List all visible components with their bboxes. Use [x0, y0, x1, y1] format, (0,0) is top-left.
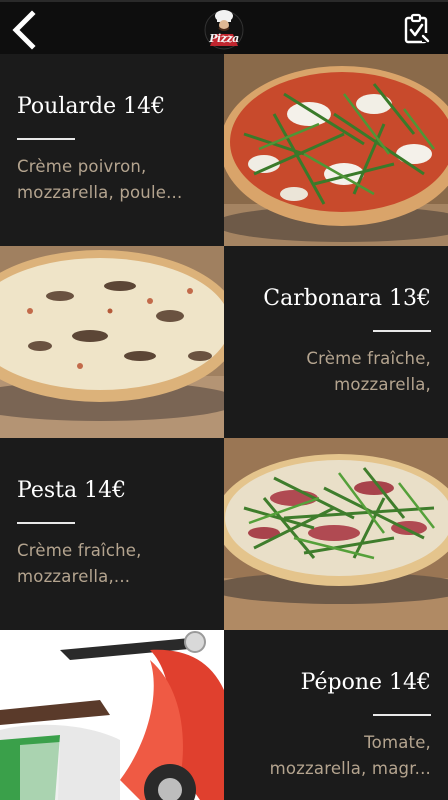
logo-text: Pizza — [209, 32, 239, 45]
menu-item-poularde[interactable]: Poularde 14€ Crème poivron, mozzarella, … — [0, 54, 224, 246]
pizza-description-line2: mozzarella, poule... — [17, 183, 183, 202]
clipboard-check-icon — [404, 13, 430, 44]
title-divider — [373, 714, 431, 716]
menu-item-pepone[interactable]: Pépone 14€ Tomate, mozzarella, magr... — [224, 630, 448, 800]
app-logo: Pizza — [202, 8, 246, 50]
title-divider — [17, 522, 75, 524]
pizza-description-line2: mozzarella, magr... — [269, 759, 431, 778]
pizza-photo — [224, 54, 448, 246]
menu-item-carbonara[interactable]: Carbonara 13€ Crème fraîche, mozzarella, — [224, 246, 448, 438]
pizza-photo — [224, 438, 448, 630]
back-button[interactable] — [6, 8, 46, 52]
pizza-title: Pépone 14€ — [300, 670, 431, 695]
pizza-photo-pepone[interactable] — [0, 630, 224, 800]
pizza-description-line2: mozzarella, — [334, 375, 431, 394]
chevron-left-icon — [12, 10, 36, 50]
title-divider — [17, 138, 75, 140]
menu-row-poularde: Poularde 14€ Crème poivron, mozzarella, … — [0, 54, 448, 246]
pizza-description-line2: mozzarella,... — [17, 567, 131, 586]
menu-row-carbonara: Carbonara 13€ Crème fraîche, mozzarella, — [0, 246, 448, 438]
menu-row-pepone: Pépone 14€ Tomate, mozzarella, magr... — [0, 630, 448, 800]
pizza-description-line1: Crème fraîche, — [17, 541, 142, 560]
pizza-photo-pesta[interactable] — [224, 438, 448, 630]
scooter-photo — [0, 630, 224, 800]
pizza-photo — [0, 246, 224, 438]
pizza-title: Poularde 14€ — [17, 94, 166, 119]
top-app-bar: Pizza — [0, 0, 448, 54]
pizza-description-line1: Crème poivron, — [17, 157, 147, 176]
menu-row-pesta: Pesta 14€ Crème fraîche, mozzarella,... — [0, 438, 448, 630]
pizza-title: Pesta 14€ — [17, 478, 127, 503]
pizza-description-line1: Tomate, — [364, 733, 431, 752]
pizza-photo-poularde[interactable] — [224, 54, 448, 246]
title-divider — [373, 330, 431, 332]
pizza-description-line1: Crème fraîche, — [306, 349, 431, 368]
pizza-photo-carbonara[interactable] — [0, 246, 224, 438]
order-list-button[interactable] — [402, 13, 432, 45]
menu-item-pesta[interactable]: Pesta 14€ Crème fraîche, mozzarella,... — [0, 438, 224, 630]
pizza-title: Carbonara 13€ — [263, 286, 431, 311]
